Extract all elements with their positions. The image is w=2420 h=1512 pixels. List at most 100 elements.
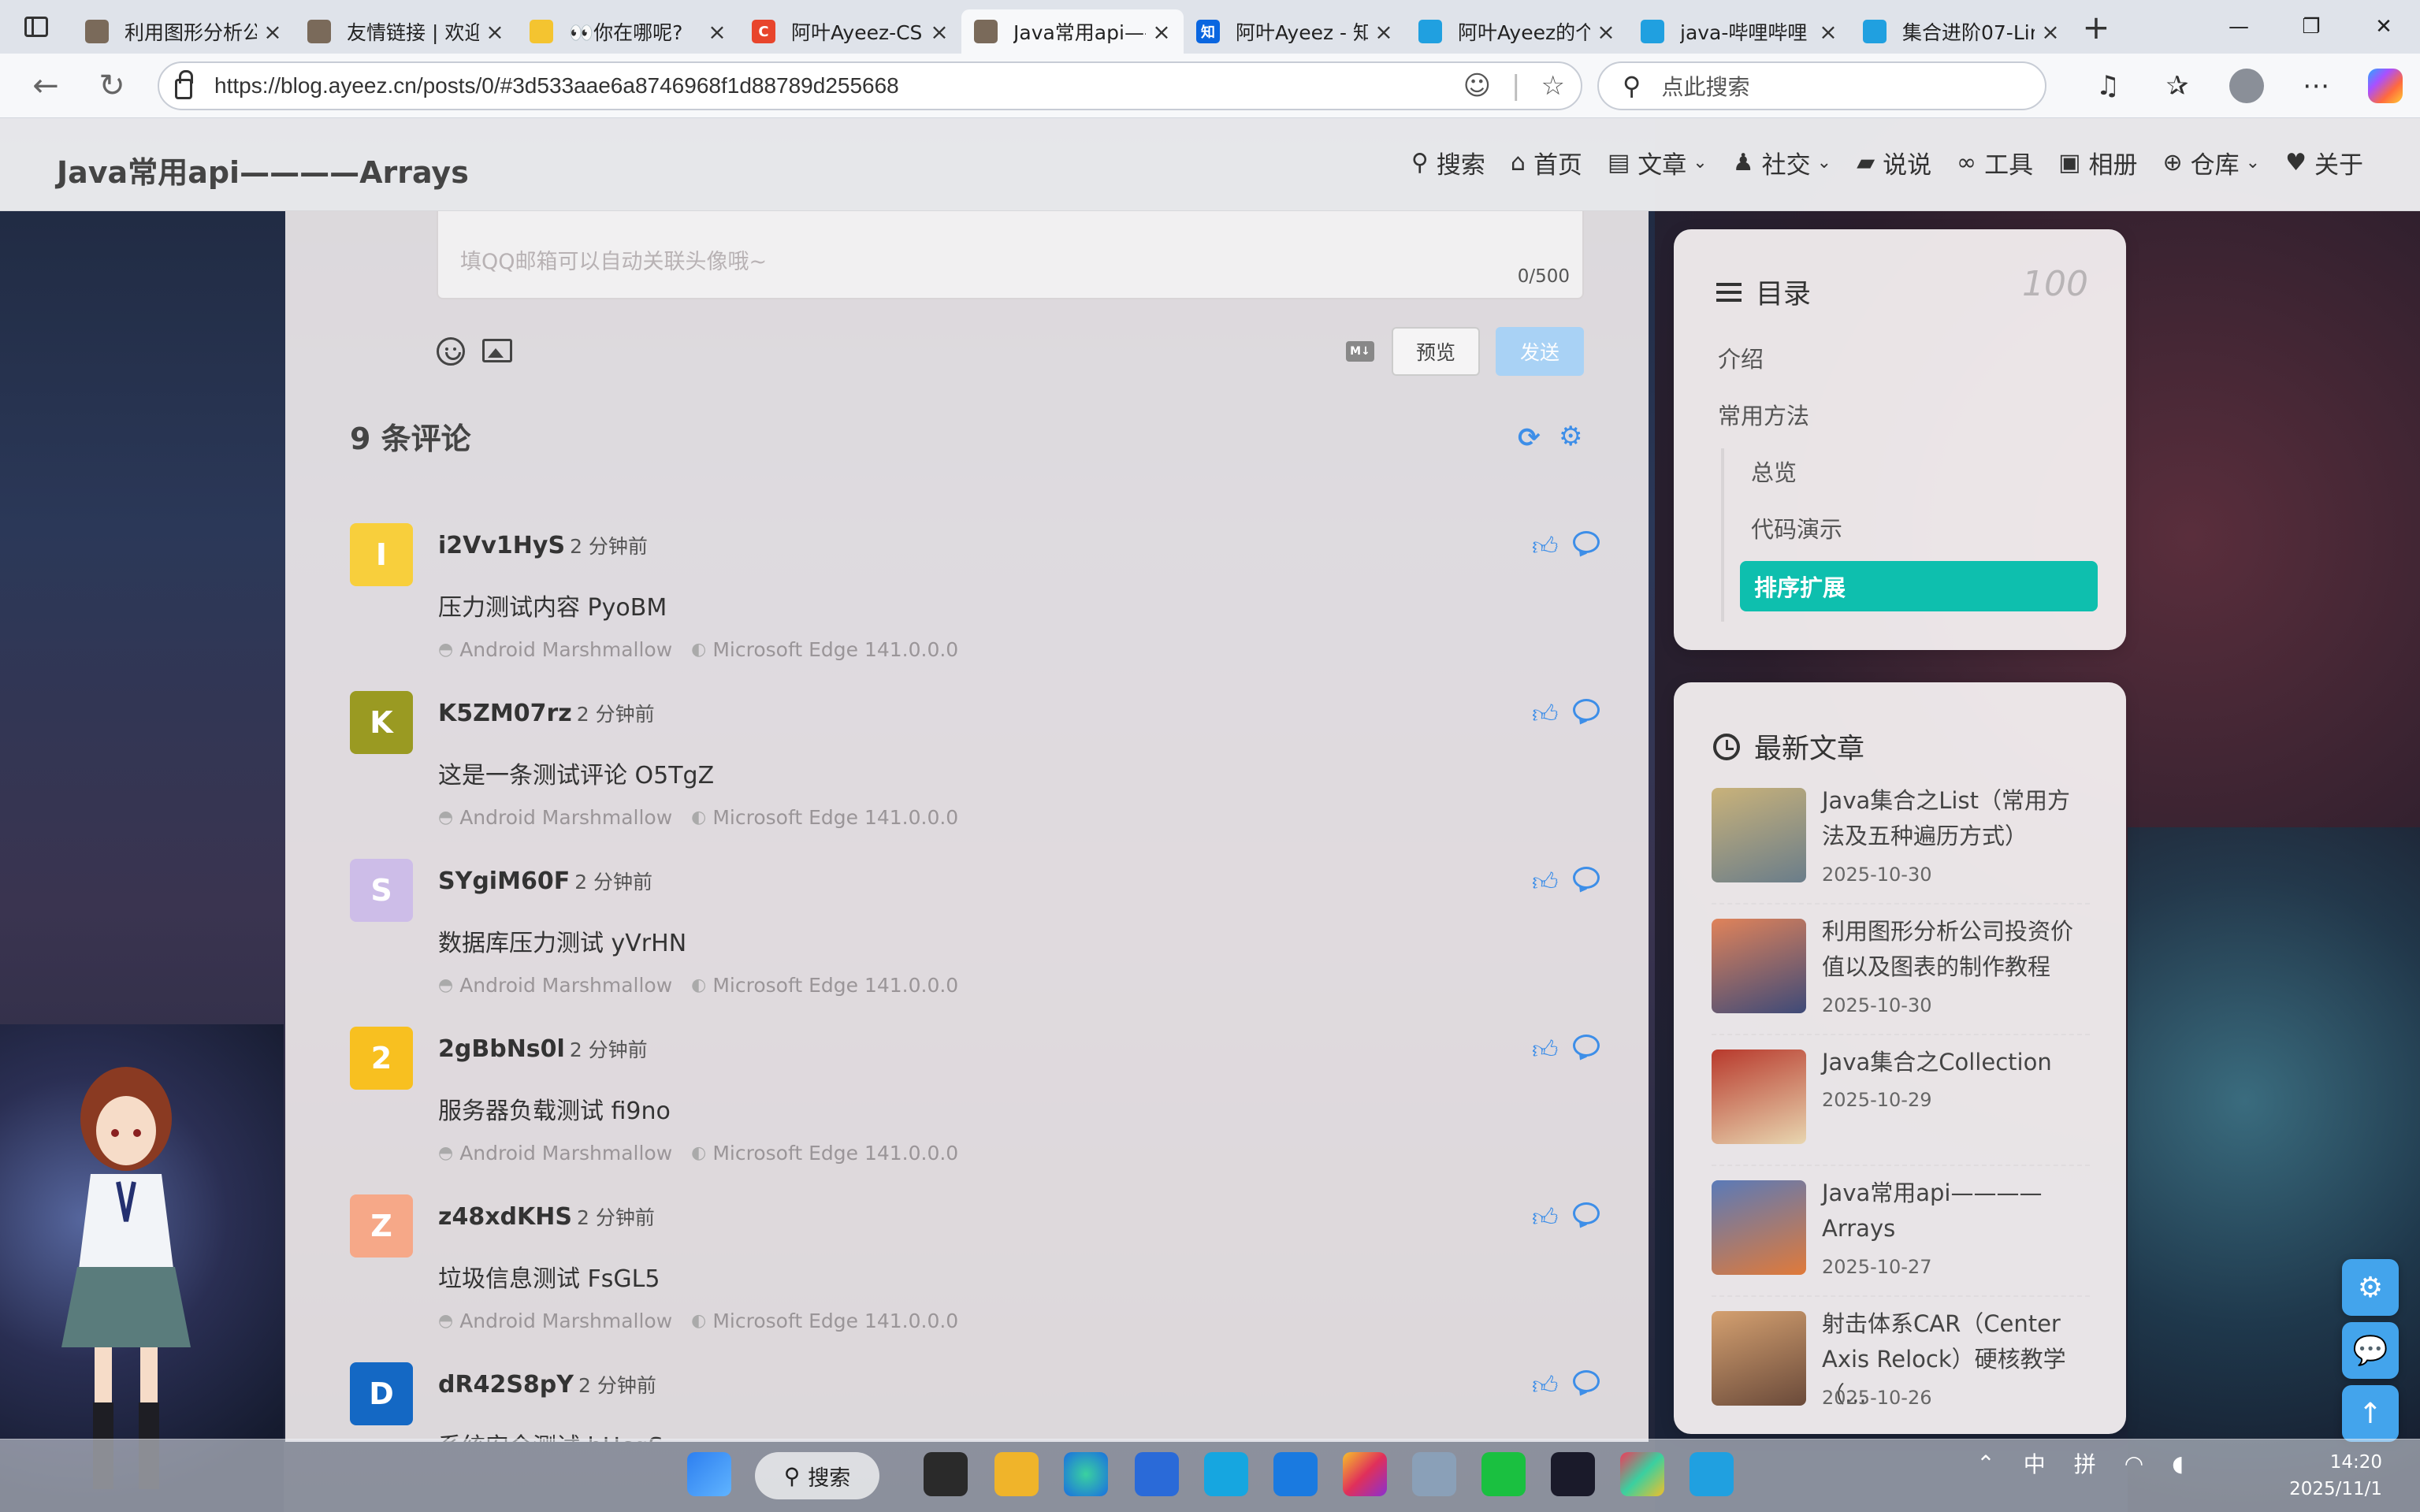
comment-settings-icon[interactable]: ⚙ xyxy=(1559,421,1582,452)
tab-actions-button[interactable] xyxy=(0,0,72,54)
nav-item[interactable]: ▤ 文章 ⌄ xyxy=(1608,145,1708,180)
clock[interactable]: 14:20 2025/11/1 xyxy=(2289,1449,2382,1503)
settings-float-button[interactable]: ⚙ xyxy=(2342,1259,2399,1316)
favorites-icon[interactable]: ✰ xyxy=(2143,54,2212,118)
browser-tab[interactable]: 阿叶Ayeez的个 × xyxy=(1406,9,1628,54)
new-tab-button[interactable]: + xyxy=(2072,0,2120,54)
close-tab-icon[interactable]: × xyxy=(930,19,949,45)
wifi-icon[interactable]: ◠ xyxy=(2124,1451,2143,1477)
avatar[interactable]: K xyxy=(350,691,413,754)
toc-item-demo[interactable]: 代码演示 xyxy=(1751,511,1842,544)
like-icon[interactable]: 👍︎ xyxy=(1532,1370,1558,1401)
start-button[interactable] xyxy=(687,1452,731,1496)
nav-item[interactable]: ♟ 社交 ⌄ xyxy=(1733,145,1831,180)
like-icon[interactable]: 👍︎ xyxy=(1532,867,1558,897)
avatar[interactable]: I xyxy=(350,523,413,586)
comment-username[interactable]: i2Vv1HyS xyxy=(438,532,565,559)
close-tab-icon[interactable]: × xyxy=(1152,19,1171,45)
toc-item-methods[interactable]: 常用方法 xyxy=(1718,398,1809,431)
nav-item[interactable]: ⊕ 仓库 ⌄ xyxy=(2163,145,2261,180)
toc-item-intro[interactable]: 介绍 xyxy=(1718,341,1764,374)
recent-post-item[interactable]: Java集合之Collection 2025-10-29 xyxy=(1712,1049,2090,1168)
app-icon-2[interactable] xyxy=(1620,1452,1664,1496)
reply-icon[interactable] xyxy=(1573,699,1600,721)
file-explorer-icon[interactable] xyxy=(994,1452,1039,1496)
close-tab-icon[interactable]: × xyxy=(2041,19,2060,45)
volume-icon[interactable]: ◖ xyxy=(2172,1451,2184,1477)
taskbar-search[interactable]: ⚲ 搜索 xyxy=(755,1452,879,1499)
browser-tab[interactable]: 集合进阶07-Lin × xyxy=(1850,9,2072,54)
favorite-star-icon[interactable]: ☆ xyxy=(1541,70,1565,102)
chat-float-button[interactable]: 💬 xyxy=(2342,1322,2399,1379)
nav-item[interactable]: ▰ 说说 xyxy=(1857,145,1931,180)
post-thumbnail[interactable] xyxy=(1712,1311,1806,1406)
post-thumbnail[interactable] xyxy=(1712,919,1806,1013)
reply-icon[interactable] xyxy=(1573,1370,1600,1392)
recent-post-item[interactable]: Java常用api————Arrays 2025-10-27 xyxy=(1712,1180,2090,1298)
instagram-icon[interactable] xyxy=(1343,1452,1387,1496)
preview-button[interactable]: 预览 xyxy=(1392,327,1480,376)
nav-item[interactable]: ♥ 关于 xyxy=(2285,145,2363,180)
close-tab-icon[interactable]: × xyxy=(708,19,727,45)
back-button[interactable]: ← xyxy=(13,54,79,118)
post-title[interactable]: 利用图形分析公司投资价值以及图表的制作教程 xyxy=(1822,914,2090,985)
close-tab-icon[interactable]: × xyxy=(485,19,504,45)
ide-icon[interactable] xyxy=(1551,1452,1595,1496)
post-thumbnail[interactable] xyxy=(1712,1049,1806,1144)
browser-tab[interactable]: 👀你在哪呢? × xyxy=(517,9,739,54)
browser-tab[interactable]: 利用图形分析公 × xyxy=(72,9,295,54)
toc-item-active[interactable]: 排序扩展 xyxy=(1740,561,2098,611)
reply-icon[interactable] xyxy=(1573,531,1600,553)
task-view-icon[interactable] xyxy=(924,1452,968,1496)
search-box[interactable]: ⚲ 点此搜索 xyxy=(1597,61,2046,110)
refresh-button[interactable]: ↻ xyxy=(79,54,145,118)
close-tab-icon[interactable]: × xyxy=(263,19,282,45)
close-tab-icon[interactable]: × xyxy=(1597,19,1615,45)
avatar[interactable]: D xyxy=(350,1362,413,1425)
store-icon[interactable] xyxy=(1135,1452,1179,1496)
site-title[interactable]: Java常用api————Arrays xyxy=(57,148,469,191)
recent-post-item[interactable]: Java集合之List（常用方法及五种遍历方式） 2025-10-30 xyxy=(1712,787,2090,906)
post-thumbnail[interactable] xyxy=(1712,788,1806,882)
chevron-up-icon[interactable]: ⌃ xyxy=(1976,1451,1994,1477)
wechat-icon[interactable] xyxy=(1481,1452,1526,1496)
browser-tab[interactable]: 知 阿叶Ayeez - 知 × xyxy=(1184,9,1406,54)
like-icon[interactable]: 👍︎ xyxy=(1532,531,1558,562)
browser-tab[interactable]: Java常用api—— × xyxy=(961,9,1184,54)
read-aloud-icon[interactable]: ♫ xyxy=(2073,54,2143,118)
close-tab-icon[interactable]: × xyxy=(1374,19,1393,45)
avatar[interactable]: S xyxy=(350,859,413,922)
browser-tab[interactable]: java-哔哩哔哩 × xyxy=(1628,9,1850,54)
browser-tab[interactable]: C 阿叶Ayeez-CSD × xyxy=(739,9,961,54)
nav-item[interactable]: ⚲ 搜索 xyxy=(1411,145,1485,180)
bilibili-icon[interactable] xyxy=(1690,1452,1734,1496)
comment-username[interactable]: K5ZM07rz xyxy=(438,700,572,727)
nav-item[interactable]: ▣ 相册 xyxy=(2058,145,2137,180)
profile-avatar[interactable] xyxy=(2229,69,2264,103)
reply-icon[interactable] xyxy=(1573,1035,1600,1057)
nav-item[interactable]: ⌂ 首页 xyxy=(1511,145,1582,180)
avatar[interactable]: Z xyxy=(350,1194,413,1258)
more-menu-icon[interactable]: ⋯ xyxy=(2281,54,2351,118)
comment-username[interactable]: SYgiM60F xyxy=(438,867,570,895)
comment-editor[interactable]: 填QQ邮箱可以自动关联头像哦~ 0/500 xyxy=(437,211,1584,299)
post-thumbnail[interactable] xyxy=(1712,1180,1806,1275)
recent-post-item[interactable]: 利用图形分析公司投资价值以及图表的制作教程 2025-10-30 xyxy=(1712,918,2090,1037)
avatar[interactable]: 2 xyxy=(350,1027,413,1090)
send-button[interactable]: 发送 xyxy=(1496,327,1584,376)
reply-icon[interactable] xyxy=(1573,1202,1600,1224)
ime-pinyin[interactable]: 拼 xyxy=(2074,1447,2096,1479)
image-upload-icon[interactable] xyxy=(482,339,512,362)
toc-item-overview[interactable]: 总览 xyxy=(1751,455,1797,488)
nav-item[interactable]: ∞ 工具 xyxy=(1957,145,2033,180)
like-icon[interactable]: 👍︎ xyxy=(1532,699,1558,730)
comment-username[interactable]: dR42S8pY xyxy=(438,1371,574,1399)
edge-icon[interactable] xyxy=(1064,1452,1108,1496)
like-icon[interactable]: 👍︎ xyxy=(1532,1035,1558,1065)
post-title[interactable]: Java集合之Collection xyxy=(1822,1045,2090,1080)
edge-ai-icon[interactable] xyxy=(1273,1452,1318,1496)
address-bar[interactable]: https://blog.ayeez.cn/posts/0/#3d533aae6… xyxy=(158,61,1582,110)
refresh-comments-icon[interactable]: ⟳ xyxy=(1518,422,1541,454)
post-title[interactable]: Java常用api————Arrays xyxy=(1822,1176,2090,1246)
minimize-button[interactable]: — xyxy=(2203,0,2275,54)
